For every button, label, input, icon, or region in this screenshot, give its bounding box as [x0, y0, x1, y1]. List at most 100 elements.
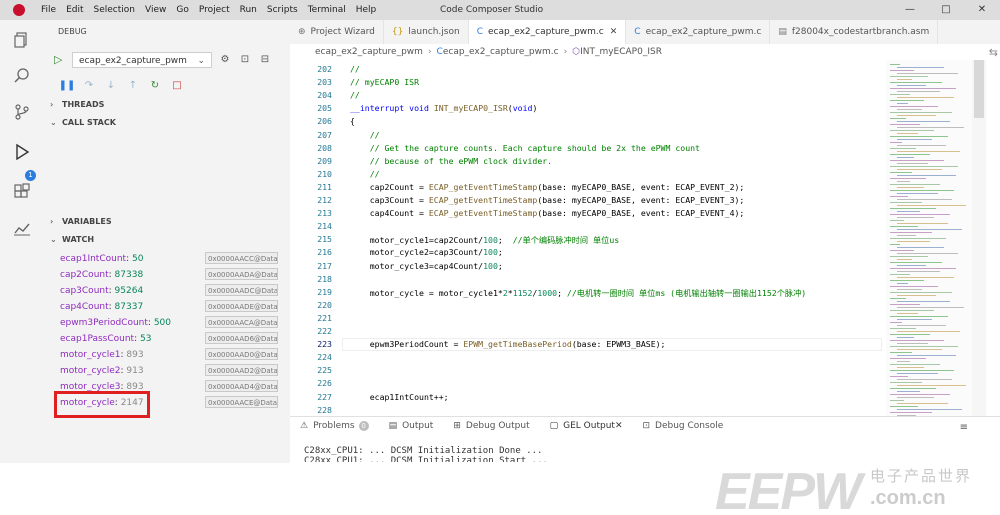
panel-tab[interactable]: ⚠ Problems 0 [300, 421, 369, 431]
line-number: 207 [317, 129, 332, 140]
editor-tab[interactable]: Cecap_ex2_capture_pwm.c [626, 20, 771, 44]
minimap-line [897, 145, 946, 147]
watch-item[interactable]: epwm3PeriodCount: 500 0x0000AACA@Data [60, 316, 285, 330]
menu-item-run[interactable]: Run [235, 0, 262, 20]
breadcrumb-item[interactable]: ecap_ex2_capture_pwm.c [443, 47, 559, 57]
minimap-line [897, 73, 958, 75]
watch-name: ecap1IntCount [60, 254, 127, 264]
maximize-button[interactable]: □ [928, 0, 964, 20]
extensions-icon[interactable] [10, 180, 34, 204]
watch-item[interactable]: motor_cycle2: 913 0x0000AAD2@Data [60, 364, 285, 378]
code-view[interactable]: 202 // 203 // myECAP0 ISR 204 // 205 __interrup… [290, 64, 885, 436]
pause-icon[interactable]: ❚❚ [58, 79, 76, 93]
minimap[interactable] [886, 60, 972, 435]
chevron-down-icon: ⌄ [197, 56, 205, 66]
minimap-line [897, 289, 922, 291]
minimap-line [890, 358, 926, 360]
call-stack-label: CALL STACK [62, 118, 116, 127]
terminal-icon[interactable]: ⊡ [238, 53, 252, 67]
watch-item[interactable]: cap3Count: 95264 0x0000AADC@Data [60, 284, 285, 298]
menu-item-go[interactable]: Go [171, 0, 193, 20]
explorer-icon[interactable] [10, 28, 34, 52]
editor-tab[interactable]: ⊕ Project Wizard [290, 20, 384, 44]
panel-tab[interactable]: ▤ Output [389, 421, 434, 431]
watch-item[interactable]: ecap1IntCount: 50 0x0000AACC@Data [60, 252, 285, 266]
watch-item[interactable]: cap4Count: 87337 0x0000AADE@Data [60, 300, 285, 314]
menu-item-selection[interactable]: Selection [89, 0, 140, 20]
minimap-line [890, 106, 938, 108]
variables-section[interactable]: › VARIABLES [50, 217, 112, 226]
step-into-icon[interactable]: ↓ [102, 79, 120, 93]
editor-tab[interactable]: ▤ f28004x_codestartbranch.asm [770, 20, 939, 44]
breadcrumb-item[interactable]: INT_myECAP0_ISR [580, 47, 662, 57]
stop-icon[interactable]: □ [168, 79, 186, 93]
close-icon[interactable]: ✕ [615, 421, 623, 431]
threads-section[interactable]: › THREADS [50, 100, 104, 109]
line-number: 216 [317, 247, 332, 258]
watermark-domain: .com.cn [870, 487, 946, 509]
call-stack-section[interactable]: ⌄ CALL STACK [50, 118, 116, 127]
minimize-button[interactable]: — [892, 0, 928, 20]
minimap-line [890, 178, 926, 180]
watch-address: 0x0000AADC@Data [205, 284, 278, 296]
menu-item-help[interactable]: Help [351, 0, 382, 20]
minimap-line [897, 391, 920, 393]
minimap-line [897, 115, 936, 117]
minimap-line [897, 67, 944, 69]
graph-icon[interactable] [10, 216, 34, 240]
search-icon[interactable] [10, 64, 34, 88]
minimap-line [890, 406, 918, 408]
minimap-line [890, 142, 902, 144]
gel-output-console: C28xx_CPU1: ... DCSM Initialization Done… [304, 446, 548, 462]
editor-scrollbar[interactable] [972, 60, 986, 435]
code-line: cap3Count = ECAP_getEventTimeStamp(base:… [350, 195, 745, 205]
minimap-line [890, 250, 914, 252]
watch-item[interactable]: ecap1PassCount: 53 0x0000AAD6@Data [60, 332, 285, 346]
watch-item[interactable]: cap2Count: 87338 0x0000AADA@Data [60, 268, 285, 282]
code-line: cap4Count = ECAP_getEventTimeStamp(base:… [350, 208, 745, 219]
minimap-line [890, 334, 930, 336]
editor-area: ⊕ Project Wizard {} launch.json Cecap_ex2_ca… [290, 20, 1000, 463]
restart-icon[interactable]: ↻ [146, 79, 164, 93]
minimap-line [890, 352, 912, 354]
panel-tab[interactable]: ▢ GEL Output ✕ [550, 421, 623, 431]
code-line: // [350, 90, 360, 101]
watch-item[interactable]: motor_cycle1: 893 0x0000AAD0@Data [60, 348, 285, 362]
breadcrumb: ecap_ex2_capture_pwm › C ecap_ex2_capture_… [315, 47, 662, 57]
step-over-icon[interactable]: ↷ [80, 79, 98, 93]
minimap-line [897, 319, 932, 321]
editor-tab[interactable]: {} launch.json [384, 20, 469, 44]
line-number: 214 [317, 221, 332, 232]
menu-bar: File Edit Selection View Go Project Run Scripts… [36, 0, 381, 20]
line-number: 220 [317, 299, 332, 310]
editor-tab[interactable]: Cecap_ex2_capture_pwm.c ✕ [468, 20, 627, 44]
close-icon[interactable]: ✕ [610, 27, 618, 37]
menu-item-terminal[interactable]: Terminal [303, 0, 351, 20]
step-out-icon[interactable]: ↑ [124, 79, 142, 93]
start-debug-icon[interactable]: ▷ [54, 54, 66, 66]
breadcrumb-item[interactable]: ecap_ex2_capture_pwm [315, 47, 423, 57]
minimap-line [897, 139, 932, 141]
more-icon[interactable]: ⊟ [258, 53, 272, 67]
menu-item-file[interactable]: File [36, 0, 61, 20]
menu-item-edit[interactable]: Edit [61, 0, 88, 20]
scroll-thumb[interactable] [974, 60, 984, 118]
gear-icon[interactable]: ⚙ [218, 53, 232, 67]
run-and-debug-icon[interactable] [10, 140, 34, 164]
menu-item-scripts[interactable]: Scripts [262, 0, 303, 20]
panel-menu-icon[interactable]: ≡ [960, 422, 968, 433]
panel-tab[interactable]: ⊡ Debug Console [643, 421, 724, 431]
close-window-button[interactable]: ✕ [964, 0, 1000, 20]
minimap-line [897, 409, 962, 411]
watch-label: WATCH [62, 235, 95, 244]
menu-item-view[interactable]: View [140, 0, 171, 20]
code-line: // because of the ePWM clock divider. [369, 155, 553, 166]
minimap-line [890, 94, 910, 96]
panel-tab[interactable]: ⊞ Debug Output [453, 421, 529, 431]
launch-config-select[interactable]: ecap_ex2_capture_pwm ⌄ [72, 52, 212, 68]
source-control-icon[interactable] [10, 100, 34, 124]
watch-section[interactable]: ⌄ WATCH [50, 235, 94, 244]
file-icon: C [476, 27, 483, 37]
split-editor-icon[interactable]: ⇆ [989, 46, 998, 59]
menu-item-project[interactable]: Project [194, 0, 235, 20]
